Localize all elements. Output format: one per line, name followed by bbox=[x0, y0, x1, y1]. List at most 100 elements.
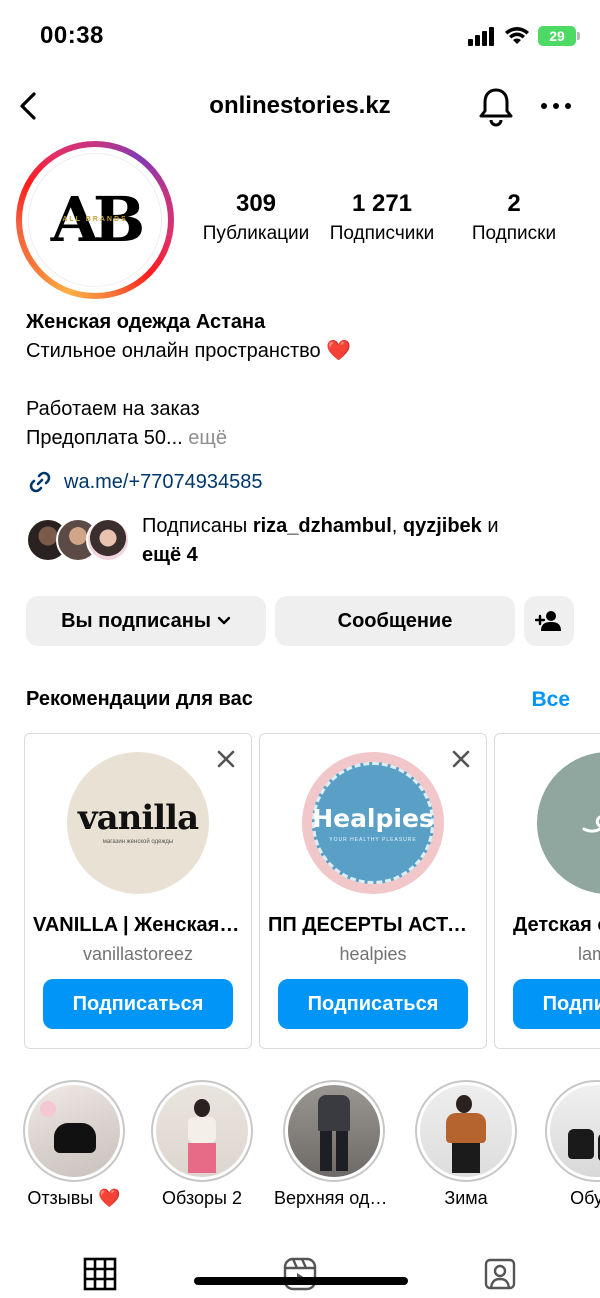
avatar bbox=[86, 518, 130, 562]
highlight-cover bbox=[156, 1085, 248, 1177]
message-button-label: Сообщение bbox=[337, 609, 453, 632]
stat-posts-count: 309 bbox=[235, 190, 277, 217]
follow-button[interactable]: Подписаться bbox=[278, 979, 468, 1029]
stat-posts[interactable]: 309 Публикации bbox=[200, 188, 312, 248]
mutual-followers[interactable]: Подписаны riza_dzhambul, qyzjibek и ещё … bbox=[26, 512, 586, 568]
highlight-label: Обзоры 2 bbox=[162, 1188, 242, 1208]
highlight-label: Зима bbox=[444, 1188, 488, 1208]
tagged-person-icon bbox=[484, 1258, 516, 1290]
close-icon[interactable] bbox=[450, 748, 472, 770]
highlight-item[interactable]: Обзоры 2 bbox=[142, 1080, 262, 1209]
stat-following-count: 2 bbox=[507, 190, 521, 217]
profile-bio: Женская одежда Астана Стильное онлайн пр… bbox=[26, 308, 586, 453]
brand-swirl-icon bbox=[582, 815, 600, 833]
tab-tagged[interactable] bbox=[480, 1254, 520, 1294]
recommendations-title: Рекомендации для вас bbox=[26, 688, 253, 710]
highlight-item[interactable]: Отзывы ❤️ bbox=[14, 1080, 134, 1209]
notification-bell-icon[interactable] bbox=[474, 84, 518, 128]
see-all-link[interactable]: Все bbox=[531, 688, 570, 712]
recommendation-name: ПП ДЕСЕРТЫ АСТАНА bbox=[268, 914, 478, 936]
highlight-cover bbox=[550, 1085, 600, 1177]
follower-username[interactable]: riza_dzhambul bbox=[253, 515, 392, 537]
chevron-down-icon bbox=[217, 616, 231, 625]
profile-stats: 309 Публикации 1 271 Подписчики 2 Подпис… bbox=[200, 188, 590, 248]
highlight-label: Обувь bbox=[570, 1188, 600, 1208]
follow-button[interactable]: Подписаться bbox=[43, 979, 233, 1029]
mutual-followers-text: Подписаны riza_dzhambul, qyzjibek и ещё … bbox=[142, 512, 582, 570]
stat-followers[interactable]: 1 271 Подписчики bbox=[312, 188, 452, 248]
follower-username[interactable]: qyzjibek bbox=[403, 515, 482, 537]
highlight-item[interactable]: Верхняя одежда bbox=[274, 1080, 394, 1209]
followers-and: и bbox=[487, 515, 499, 537]
profile-action-buttons: Вы подписаны Сообщение bbox=[26, 596, 576, 646]
recommendation-card[interactable]: vanilla магазин женской одежды VANILLA |… bbox=[24, 733, 252, 1049]
suggest-people-button[interactable] bbox=[524, 596, 574, 646]
profile-content-tabs bbox=[0, 1240, 600, 1298]
bio-spacer bbox=[26, 366, 586, 395]
more-options-icon[interactable] bbox=[534, 86, 578, 126]
recommendation-name: VANILLA | Женская одежда bbox=[33, 914, 243, 936]
highlight-ring bbox=[415, 1080, 517, 1182]
tab-grid[interactable] bbox=[80, 1254, 120, 1294]
status-bar: 00:38 29 bbox=[0, 0, 600, 72]
highlight-ring bbox=[283, 1080, 385, 1182]
reels-icon bbox=[283, 1257, 317, 1291]
recommendation-card[interactable]: Healpies YOUR HEALTHY PLEASURE ПП ДЕСЕРТ… bbox=[259, 733, 487, 1049]
vanilla-logo-subtitle: магазин женской одежды bbox=[102, 839, 174, 845]
stat-posts-label: Публикации bbox=[202, 223, 310, 244]
following-button[interactable]: Вы подписаны bbox=[26, 596, 266, 646]
recommendation-card[interactable]: Детская одежда lambkids Подписаться bbox=[494, 733, 600, 1049]
status-icons: 29 bbox=[468, 26, 580, 46]
highlight-cover bbox=[28, 1085, 120, 1177]
highlight-item[interactable]: Обувь bbox=[536, 1080, 600, 1209]
story-highlights: Отзывы ❤️ Обзоры 2 Верхняя одежда bbox=[0, 1080, 600, 1220]
highlight-ring bbox=[23, 1080, 125, 1182]
following-button-label: Вы подписаны bbox=[61, 609, 211, 632]
recommendation-name: Детская одежда bbox=[513, 914, 600, 936]
vanilla-logo-text: vanilla bbox=[77, 798, 199, 838]
highlight-label: Верхняя одежда bbox=[274, 1188, 394, 1208]
followers-prefix: Подписаны bbox=[142, 515, 248, 537]
link-icon bbox=[29, 471, 51, 493]
stat-followers-label: Подписчики bbox=[329, 223, 435, 244]
stat-following[interactable]: 2 Подписки bbox=[452, 188, 576, 248]
profile-avatar: AB ALL BRANDS bbox=[28, 153, 162, 287]
highlight-cover bbox=[288, 1085, 380, 1177]
bio-line: Работаем на заказ bbox=[26, 398, 200, 420]
close-icon[interactable] bbox=[215, 748, 237, 770]
add-person-icon bbox=[535, 611, 561, 631]
followers-separator: , bbox=[391, 515, 398, 537]
message-button[interactable]: Сообщение bbox=[275, 596, 515, 646]
highlight-cover bbox=[420, 1085, 512, 1177]
bio-more-link[interactable]: ещё bbox=[188, 427, 227, 449]
bio-line: Предоплата 50... bbox=[26, 427, 183, 449]
recommendation-cards: vanilla магазин женской одежды VANILLA |… bbox=[24, 733, 600, 1049]
recommendation-avatar: vanilla магазин женской одежды bbox=[67, 752, 209, 894]
wifi-icon bbox=[505, 27, 529, 44]
recommendation-username: vanillastoreez bbox=[82, 944, 194, 964]
status-time: 00:38 bbox=[40, 22, 104, 49]
brand-logo-subtitle: ALL BRANDS bbox=[62, 216, 128, 223]
profile-avatar-story-ring[interactable]: AB ALL BRANDS bbox=[16, 141, 174, 299]
home-indicator[interactable] bbox=[194, 1277, 408, 1285]
bio-line: Стильное онлайн пространство ❤️ bbox=[26, 340, 352, 362]
profile-external-link[interactable]: wa.me/+77074934585 bbox=[26, 468, 263, 496]
tab-reels[interactable] bbox=[280, 1254, 320, 1294]
avatar-ring-gap: AB ALL BRANDS bbox=[22, 147, 168, 293]
highlight-item[interactable]: Зима bbox=[406, 1080, 526, 1209]
bio-line-truncated: Предоплата 50... ещё bbox=[26, 424, 586, 453]
stat-following-label: Подписки bbox=[471, 223, 557, 244]
battery-indicator: 29 bbox=[538, 26, 580, 46]
follow-button[interactable]: Подписаться bbox=[513, 979, 600, 1029]
external-link-text: wa.me/+77074934585 bbox=[64, 470, 263, 493]
recommendation-avatar: Healpies YOUR HEALTHY PLEASURE bbox=[302, 752, 444, 894]
highlight-ring bbox=[545, 1080, 600, 1182]
followers-more[interactable]: ещё 4 bbox=[142, 544, 198, 566]
recommendation-username: healpies bbox=[339, 944, 407, 964]
mutual-follower-avatars bbox=[26, 518, 130, 564]
grid-icon bbox=[83, 1257, 117, 1291]
highlight-ring bbox=[151, 1080, 253, 1182]
profile-header: onlinestories.kz bbox=[0, 72, 600, 140]
recommendations-header: Рекомендации для вас Все bbox=[26, 686, 576, 716]
healpies-logo-subtitle: YOUR HEALTHY PLEASURE bbox=[329, 836, 417, 843]
